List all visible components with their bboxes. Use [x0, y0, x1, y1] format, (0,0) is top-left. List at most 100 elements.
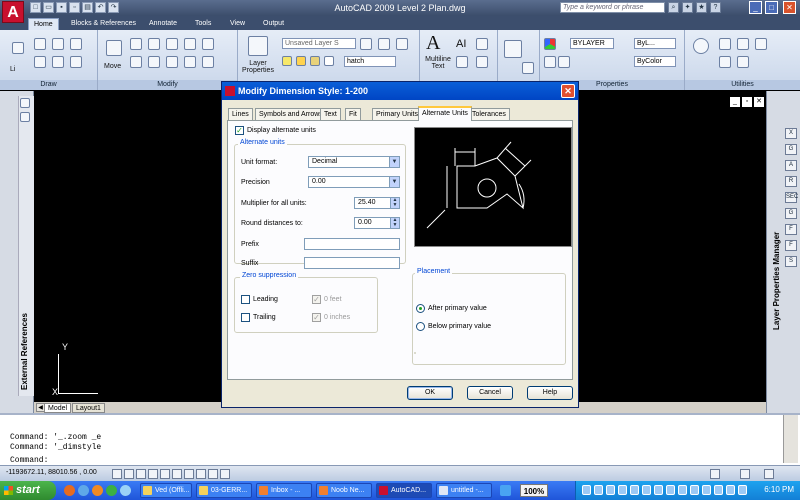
stretch-icon[interactable] [202, 38, 214, 50]
palette-tool-icon[interactable]: X [785, 128, 797, 139]
after-primary-label[interactable]: After primary value [428, 305, 487, 312]
firefox-icon[interactable] [64, 485, 75, 496]
prefix-input[interactable] [304, 238, 400, 250]
chevron-down-icon[interactable]: ▼ [389, 177, 399, 187]
ok-button[interactable]: OK [407, 386, 453, 400]
current-layer-combo[interactable]: hatch [344, 56, 396, 67]
tray-icon[interactable] [690, 485, 699, 495]
tray-icon[interactable] [642, 485, 651, 495]
suffix-input[interactable] [304, 257, 400, 269]
modify-panel-label[interactable]: Modify [98, 80, 237, 90]
block-editor-icon[interactable] [522, 62, 534, 74]
spinner-icon[interactable]: ▲ ▼ [390, 218, 399, 228]
palette-tool-icon[interactable]: G [785, 208, 797, 219]
tray-icon[interactable] [630, 485, 639, 495]
cancel-button[interactable]: Cancel [467, 386, 513, 400]
osnap-icon[interactable] [160, 469, 170, 479]
list-icon[interactable] [558, 56, 570, 68]
chevron-down-icon[interactable]: ▼ [389, 157, 399, 167]
palette-tool-icon[interactable]: R [785, 176, 797, 187]
show-desktop-icon[interactable] [120, 485, 131, 496]
rotate-icon[interactable] [130, 38, 142, 50]
utilities-panel-label[interactable]: Utilities [685, 80, 800, 90]
maximize-button[interactable]: □ [765, 1, 778, 14]
tab-lines[interactable]: Lines [228, 108, 253, 120]
lock-icon[interactable] [310, 56, 320, 66]
pan-icon[interactable] [719, 38, 731, 50]
taskbar-item[interactable]: Inbox - ... [256, 483, 312, 498]
measure-icon[interactable] [737, 38, 749, 50]
tab-fit[interactable]: Fit [345, 108, 361, 120]
tab-alternate-units[interactable]: Alternate Units [418, 106, 472, 121]
ie-icon[interactable] [78, 485, 89, 496]
rectangle-icon[interactable] [34, 56, 46, 68]
id-point-icon[interactable] [737, 56, 749, 68]
help-icon[interactable]: ? [710, 2, 721, 13]
ortho-icon[interactable] [136, 469, 146, 479]
otrack-icon[interactable] [172, 469, 182, 479]
polar-icon[interactable] [148, 469, 158, 479]
tray-icon[interactable] [678, 485, 687, 495]
round-distances-input[interactable]: 0.00 ▲ ▼ [354, 217, 400, 229]
command-prompt[interactable]: Command: [10, 456, 48, 465]
command-scrollbar[interactable] [783, 415, 798, 463]
drawing-restore-button[interactable]: ▫ [742, 97, 752, 107]
tab-primary-units[interactable]: Primary Units [372, 108, 423, 120]
polyline-icon[interactable] [34, 38, 46, 50]
layer-tool-3-icon[interactable] [396, 38, 408, 50]
dialog-titlebar[interactable]: Modify Dimension Style: 1-200 ✕ [222, 82, 578, 100]
tab-symbols-and-arrows[interactable]: Symbols and Arrows [255, 108, 327, 120]
region-icon[interactable] [70, 56, 82, 68]
array-icon[interactable] [184, 56, 196, 68]
hatch-icon[interactable] [52, 56, 64, 68]
display-alternate-units-label[interactable]: Display alternate units [247, 127, 316, 134]
media-icon[interactable] [92, 485, 103, 496]
layer-properties-label[interactable]: Layer Properties [240, 60, 276, 74]
clean-screen-icon[interactable] [764, 469, 774, 479]
multiline-text-icon[interactable]: A [426, 32, 440, 55]
below-primary-label[interactable]: Below primary value [428, 323, 491, 330]
tab-text[interactable]: Text [320, 108, 341, 120]
tab-tolerances[interactable]: Tolerances [468, 108, 510, 120]
battery-indicator[interactable]: 100% [520, 484, 548, 497]
color-wheel-icon[interactable] [544, 38, 556, 50]
lineweight-toggle-icon[interactable] [208, 469, 218, 479]
multileader-icon[interactable] [476, 56, 488, 68]
drawing-minimize-button[interactable]: _ [730, 97, 740, 107]
tab-blocks-references[interactable]: Blocks & References [66, 18, 141, 30]
tab-home[interactable]: Home [28, 18, 59, 30]
clock[interactable]: 6:10 PM [764, 485, 794, 494]
tab-annotate[interactable]: Annotate [144, 18, 182, 30]
copy-icon[interactable] [130, 56, 142, 68]
tab-output[interactable]: Output [258, 18, 289, 30]
circle-icon[interactable] [52, 38, 64, 50]
help-search-input[interactable]: Type a keyword or phrase [560, 2, 665, 13]
taskbar-item[interactable]: Noob Ne... [316, 483, 372, 498]
command-window[interactable]: Command: '_.zoom _e Command: '_dimstyle … [0, 413, 800, 465]
draw-panel-label[interactable]: Draw [0, 80, 97, 90]
tray-icon[interactable] [618, 485, 627, 495]
spinner-icon[interactable]: ▲ ▼ [390, 198, 399, 208]
close-button[interactable]: ✕ [783, 1, 796, 14]
color-combo[interactable]: BYLAYER [570, 38, 614, 49]
precision-select[interactable]: 0.00 ▼ [308, 176, 400, 188]
zero-feet-checkbox[interactable]: ✓ [312, 295, 321, 304]
volume-icon[interactable] [726, 485, 735, 495]
dyn-icon[interactable] [196, 469, 206, 479]
palette-tool-icon[interactable]: SEC [785, 192, 798, 203]
palette-tool-icon[interactable]: S [785, 256, 797, 267]
zero-inches-checkbox[interactable]: ✓ [312, 313, 321, 322]
help-button[interactable]: Help [527, 386, 573, 400]
layer-tool-2-icon[interactable] [378, 38, 390, 50]
mirror-icon[interactable] [148, 56, 160, 68]
binoculars-icon[interactable]: ⌕ [668, 2, 679, 13]
minimize-button[interactable]: _ [749, 1, 762, 14]
fillet-icon[interactable] [184, 38, 196, 50]
network-icon[interactable] [500, 485, 511, 496]
trailing-label[interactable]: Trailing [253, 314, 276, 321]
snap-icon[interactable] [112, 469, 122, 479]
layer-properties-icon[interactable] [248, 36, 268, 56]
trim-icon[interactable] [148, 38, 160, 50]
linetype-combo[interactable]: ByL... [634, 38, 676, 49]
dimension-icon[interactable] [476, 38, 488, 50]
